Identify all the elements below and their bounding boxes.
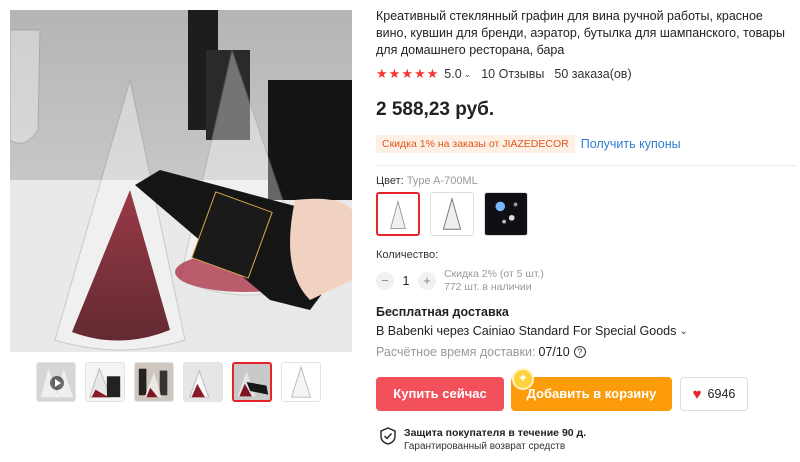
orders-count: 50 заказа(ов) [554,67,632,81]
color-label-text: Цвет: [376,175,404,187]
delivery-eta: Расчётное время доставки: 07/10 ? [376,345,586,359]
swatch-type-a[interactable] [376,192,420,236]
thumbnail-2[interactable] [85,362,125,402]
star-icon: ★ [413,66,426,81]
rating-stars: ★ ★ ★ ★ ★ [376,66,438,82]
product-price: 2 588,23 руб. [376,99,495,120]
quantity-stepper: − 1 + Скидка 2% (от 5 шт.) 772 шт. в нал… [376,268,544,294]
buyer-protection: Защита покупателя в течение 90 д. Гарант… [380,427,586,453]
color-selected-value: Type A-700ML [406,175,478,187]
add-to-cart-button[interactable]: Добавить в корзину [511,377,672,411]
protection-title: Защита покупателя в течение 90 д. [404,427,587,439]
eta-value: 07/10 [538,345,570,359]
star-icon: ★ [401,66,413,81]
protection-subtitle: Гарантированный возврат средств [404,441,566,452]
quantity-value[interactable]: 1 [394,274,418,288]
play-icon [50,376,64,390]
rating-row: ★ ★ ★ ★ ★ 5.0 ⌄ 10 Отзывы 50 заказа(ов) [376,65,796,83]
bulk-discount-text: Скидка 2% (от 5 шт.) [444,268,544,280]
swatch-type-b[interactable] [430,192,474,236]
protection-text: Защита покупателя в течение 90 д. Гарант… [404,427,586,453]
quantity-info: Скидка 2% (от 5 шт.) 772 шт. в наличии [444,268,544,294]
wishlist-button[interactable]: ♥ 6946 [680,377,748,411]
heart-icon: ♥ [692,385,702,403]
star-icon: ★ [426,66,439,81]
rating-value[interactable]: 5.0 [444,67,461,81]
chevron-down-icon[interactable]: ⌄ [464,69,472,80]
stock-text: 772 шт. в наличии [444,281,532,293]
shipping-title: Бесплатная доставка [376,305,509,319]
thumbnail-strip [36,362,321,402]
store-coupon-badge[interactable]: Скидка 1% на заказы от JIAZEDECOR [376,135,575,153]
main-product-image[interactable] [10,10,352,352]
get-coupons-link[interactable]: Получить купоны [581,137,681,151]
buy-now-button[interactable]: Купить сейчас [376,377,504,411]
color-label: Цвет: Type A-700ML [376,175,478,187]
increase-button[interactable]: + [418,272,436,290]
shipping-method-selector[interactable]: В Babenki через Cainiao Standard For Spe… [376,324,688,338]
wishlist-count: 6946 [707,387,736,401]
swatch-type-c[interactable] [484,192,528,236]
divider [376,165,796,166]
shield-check-icon [380,427,396,445]
product-info: Креативный стеклянный графин для вина ру… [376,8,796,154]
quantity-label: Количество: [376,249,439,261]
question-icon[interactable]: ? [573,346,586,358]
color-swatches [376,192,528,236]
coupon-row: Скидка 1% на заказы от JIAZEDECOR Получи… [376,134,796,154]
thumbnail-4[interactable] [183,362,223,402]
decrease-button[interactable]: − [376,272,394,290]
eta-label: Расчётное время доставки: [376,345,536,359]
thumbnail-6[interactable] [281,362,321,402]
thumbnail-3[interactable] [134,362,174,402]
thumbnail-5-selected[interactable] [232,362,272,402]
shipping-method-text: В Babenki через Cainiao Standard For Spe… [376,324,677,338]
product-title: Креативный стеклянный графин для вина ру… [376,9,785,57]
star-icon: ★ [376,66,388,81]
thumbnail-video[interactable] [36,362,76,402]
star-icon: ★ [388,66,401,81]
reviews-link[interactable]: 10 Отзывы [481,67,544,81]
chevron-down-icon[interactable]: ⌄ [679,326,687,337]
sparkle-badge-icon [512,368,534,390]
